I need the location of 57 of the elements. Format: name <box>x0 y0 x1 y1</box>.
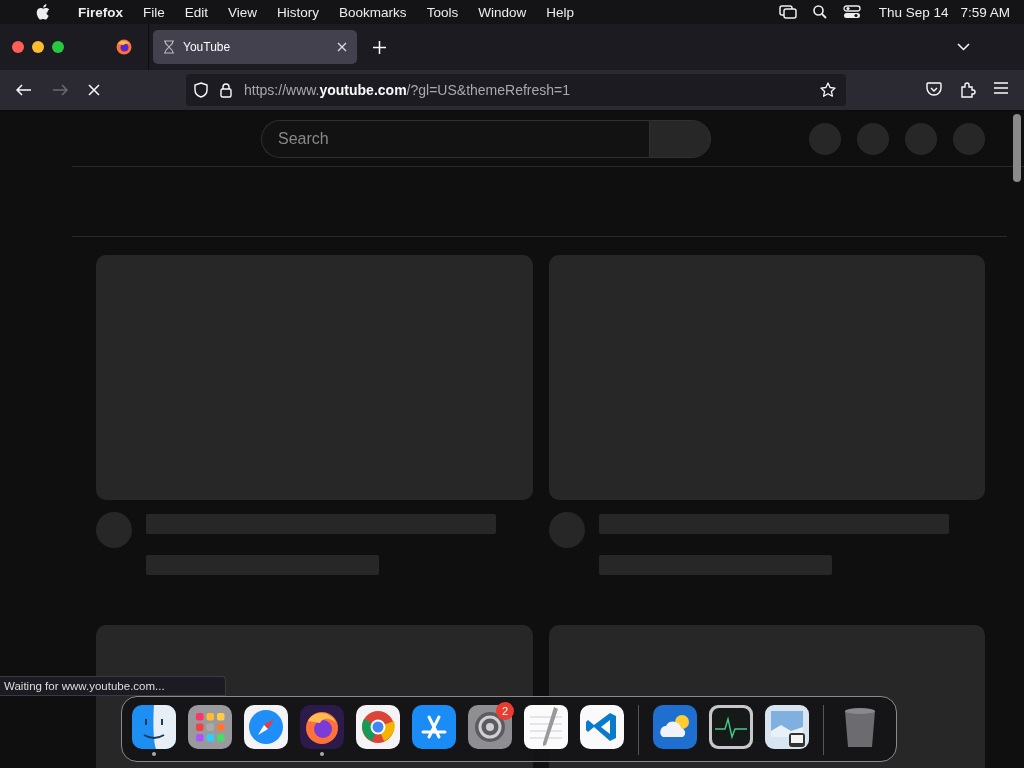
control-center-icon[interactable] <box>842 5 861 19</box>
new-tab-icon[interactable] <box>373 40 386 54</box>
compass-app-icon[interactable] <box>244 705 288 749</box>
puzzle-icon[interactable] <box>960 82 976 98</box>
notepad-pen-app-icon[interactable] <box>524 705 568 749</box>
avatar-placeholder <box>549 512 585 548</box>
icon-placeholder <box>857 122 889 155</box>
menu-item[interactable]: Window <box>468 4 537 20</box>
menu-item[interactable]: History <box>267 4 330 20</box>
window-control-icon[interactable] <box>52 41 64 53</box>
notification-badge: 2 <box>496 702 514 720</box>
menu-bar-time[interactable]: 7:59 AM <box>958 4 1010 20</box>
fox-globe-app-icon[interactable] <box>300 705 344 749</box>
icon-placeholder <box>953 122 985 155</box>
app-menu[interactable]: Firefox <box>68 4 133 20</box>
chrome-app-icon[interactable] <box>356 705 400 749</box>
search-field[interactable]: Search <box>261 119 649 158</box>
cloud-sun-app-icon[interactable] <box>653 705 697 749</box>
photo-viewer-app-icon[interactable] <box>765 705 809 749</box>
menu-item[interactable]: Edit <box>174 4 219 20</box>
code-editor-app-icon[interactable] <box>580 705 624 749</box>
shield-icon[interactable] <box>194 82 208 98</box>
stop-icon[interactable] <box>88 84 100 96</box>
status-text: Waiting for www.youtube.com... <box>0 676 226 696</box>
smiling-face-app-icon[interactable] <box>132 705 176 749</box>
back-arrow-icon[interactable] <box>16 84 32 96</box>
star-icon[interactable] <box>820 82 836 98</box>
icon-placeholder <box>809 122 841 155</box>
gear-app-icon[interactable] <box>468 705 512 749</box>
address-bar[interactable]: https://www.youtube.com/?gl=US&themeRefresh=1 <box>186 74 846 106</box>
search-icon[interactable] <box>812 5 827 19</box>
lock-icon[interactable] <box>220 82 232 98</box>
menu-item[interactable]: Help <box>536 4 584 20</box>
menu-item[interactable]: Tools <box>416 4 469 20</box>
menu-icon[interactable] <box>994 82 1008 94</box>
icon-placeholder <box>905 122 937 155</box>
screen-mirroring-icon[interactable] <box>778 5 797 19</box>
window-control-icon[interactable] <box>32 41 44 53</box>
menu-item[interactable]: File <box>133 4 175 20</box>
grid-app-icon[interactable] <box>188 705 232 749</box>
pocket-icon[interactable] <box>926 82 942 97</box>
browser-tab[interactable]: YouTube <box>153 30 357 64</box>
tab-title: YouTube <box>183 40 232 54</box>
apple-logo-icon[interactable] <box>36 4 50 20</box>
chevron-down-icon[interactable] <box>957 43 970 51</box>
scrollbar-thumb[interactable] <box>1013 114 1021 182</box>
hourglass-icon <box>163 40 175 54</box>
window-control-icon[interactable] <box>12 41 24 53</box>
menu-bar-date[interactable]: Thu Sep 14 <box>868 4 959 20</box>
close-icon[interactable] <box>337 42 347 52</box>
avatar-placeholder <box>96 512 132 548</box>
firefox-icon[interactable] <box>116 39 132 55</box>
menu-item[interactable]: View <box>218 4 268 20</box>
app-store-icon[interactable] <box>412 705 456 749</box>
pulse-monitor-app-icon[interactable] <box>709 705 753 749</box>
url-text: https://www.youtube.com/?gl=US&themeRefresh=1 <box>244 82 572 98</box>
menu-item[interactable]: Bookmarks <box>329 4 417 20</box>
